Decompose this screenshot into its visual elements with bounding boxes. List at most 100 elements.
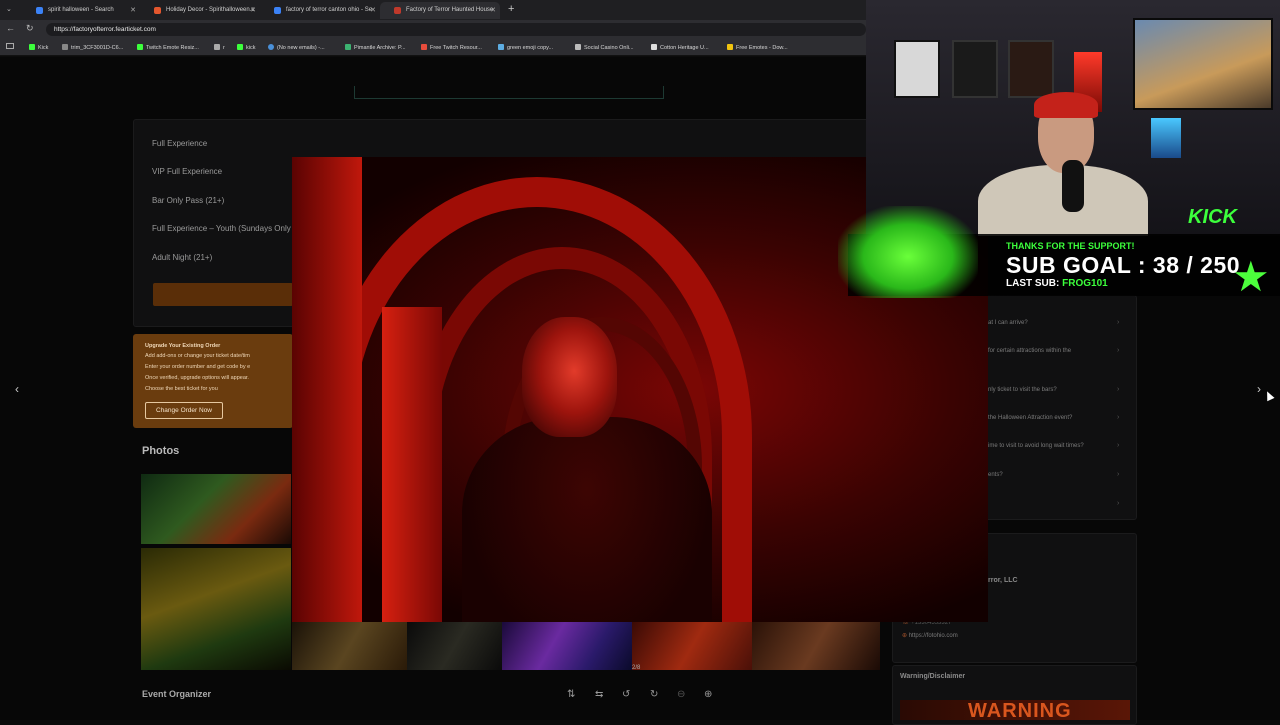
- reload-icon[interactable]: ↻: [26, 23, 34, 34]
- last-sub-line: LAST SUB: FROG101: [1006, 278, 1108, 289]
- tab-factory-search[interactable]: factory of terror canton ohio - Se ✕: [260, 2, 380, 19]
- close-tab-icon[interactable]: ✕: [370, 6, 376, 14]
- upgrade-bullet: Enter your order number and get code by …: [145, 364, 251, 370]
- casino-icon: [575, 44, 581, 50]
- photos-heading: Photos: [142, 445, 180, 457]
- microphone: [1062, 160, 1084, 212]
- resource-icon: [421, 44, 427, 50]
- bookmark-item[interactable]: Free Twitch Resour...: [421, 44, 482, 51]
- upgrade-bullet: Choose the best ticket for you: [145, 386, 218, 392]
- close-tab-icon[interactable]: ✕: [250, 6, 256, 14]
- bookmark-item[interactable]: Twitch Emote Resiz...: [137, 44, 199, 51]
- ticket-option[interactable]: Full Experience: [152, 139, 207, 148]
- search-box[interactable]: [354, 86, 664, 99]
- upgrade-bullet: Once verified, upgrade options will appe…: [145, 375, 249, 381]
- sub-goal-text: SUB GOAL : 38 / 250: [1006, 252, 1241, 278]
- faq-item[interactable]: for certain attractions within the: [988, 348, 1071, 354]
- new-tab-button[interactable]: +: [508, 3, 514, 15]
- tab-label: Factory of Terror Haunted House: [406, 7, 494, 13]
- rotate-vertical-icon[interactable]: ⇅: [567, 689, 575, 700]
- zoom-in-icon[interactable]: ⊕: [704, 689, 712, 700]
- tab-label: Holiday Decor - Spirithalloween.c: [166, 7, 255, 13]
- performer-body: [462, 417, 712, 622]
- faq-item[interactable]: ents?: [988, 472, 1003, 478]
- ticket-option[interactable]: Bar Only Pass (21+): [152, 196, 224, 205]
- strip-thumb[interactable]: [292, 622, 407, 670]
- mail-icon: [268, 44, 274, 50]
- tab-label: spirit halloween - Search: [48, 7, 114, 13]
- organizer-name: rror, LLC: [988, 577, 1018, 584]
- bookmark-label: Cotton Heritage U...: [660, 45, 709, 51]
- bookmark-label: Twitch Emote Resiz...: [146, 45, 199, 51]
- photo-thumb[interactable]: [141, 474, 291, 544]
- red-pillar: [382, 307, 442, 622]
- lightbox-prev-button[interactable]: ‹: [15, 382, 19, 396]
- change-order-button[interactable]: Change Order Now: [145, 402, 223, 419]
- upgrade-order-panel: Upgrade Your Existing Order Add add-ons …: [133, 334, 293, 428]
- faq-item[interactable]: ime to visit to avoid long wait times?: [988, 443, 1084, 449]
- flip-horizontal-icon[interactable]: ⇆: [595, 689, 603, 700]
- bookmark-item[interactable]: Free Emotes - Dow...: [727, 44, 788, 51]
- faq-item[interactable]: nly ticket to visit the bars?: [988, 387, 1057, 393]
- url-field[interactable]: https://factoryofterror.fearticket.com: [46, 23, 866, 36]
- thanks-text: THANKS FOR THE SUPPORT!: [1006, 241, 1135, 251]
- strip-thumb[interactable]: [502, 622, 632, 670]
- tab-favicon-icon: [36, 7, 43, 14]
- rotate-right-icon[interactable]: ↻: [650, 689, 658, 700]
- rotate-left-icon[interactable]: ↺: [622, 689, 630, 700]
- bookmark-item[interactable]: (No new emails) -...: [268, 44, 325, 51]
- faq-item[interactable]: at I can arrive?: [988, 320, 1028, 326]
- chevron-right-icon: ›: [1117, 471, 1120, 478]
- strip-thumb[interactable]: [407, 622, 502, 670]
- back-icon[interactable]: ←: [6, 23, 15, 33]
- link-icon: [498, 44, 504, 50]
- upgrade-bullet: Add add-ons or change your ticket date/t…: [145, 353, 250, 359]
- bookmark-item[interactable]: Social Casino Onli...: [575, 44, 634, 51]
- bookmark-label: r: [223, 45, 225, 51]
- bookmark-item[interactable]: Pimantle Archive: P...: [345, 44, 406, 51]
- bookmark-item[interactable]: Cotton Heritage U...: [651, 44, 709, 51]
- select-tickets-button[interactable]: [153, 283, 293, 306]
- green-mascot-icon: [838, 206, 978, 298]
- bookmark-label: (No new emails) -...: [277, 45, 325, 51]
- strip-thumb[interactable]: [752, 622, 880, 670]
- bookmark-item[interactable]: r: [214, 44, 225, 51]
- bookmark-item[interactable]: Kick: [29, 44, 48, 51]
- lightbox-next-button[interactable]: ›: [1257, 382, 1261, 396]
- tab-holiday-decor[interactable]: Holiday Decor - Spirithalloween.c ✕: [140, 2, 260, 19]
- webcam-feed: [866, 0, 1280, 236]
- bookmark-item[interactable]: kick: [237, 44, 255, 51]
- tab-factory-of-terror[interactable]: Factory of Terror Haunted House ✕: [380, 2, 500, 19]
- bookmark-item[interactable]: green emoji copy...: [498, 44, 553, 51]
- website-text: https://fotohio.com: [908, 633, 958, 639]
- bookmark-item[interactable]: trim_3CF3001D-C6...: [62, 44, 123, 51]
- close-tab-icon[interactable]: ✕: [130, 6, 136, 14]
- ticket-option[interactable]: Adult Night (21+): [152, 253, 212, 262]
- faq-item[interactable]: the Halloween Attraction event?: [988, 415, 1072, 421]
- close-tab-icon[interactable]: ✕: [490, 6, 496, 14]
- chevron-right-icon: ›: [1117, 347, 1120, 354]
- ticket-option[interactable]: VIP Full Experience: [152, 167, 222, 176]
- bookmark-label: Social Casino Onli...: [584, 45, 634, 51]
- tab-favicon-icon: [394, 7, 401, 14]
- ticket-option[interactable]: Full Experience – Youth (Sundays Only: [152, 224, 292, 233]
- apps-icon[interactable]: [6, 43, 14, 49]
- organizer-website[interactable]: ⊕ https://fotohio.com: [902, 632, 958, 639]
- photo-thumb[interactable]: [141, 548, 291, 670]
- bookmark-label: Free Twitch Resour...: [430, 45, 482, 51]
- chevron-right-icon: ›: [1117, 319, 1120, 326]
- game-icon: [345, 44, 351, 50]
- tab-spirit-search[interactable]: spirit halloween - Search ✕: [22, 2, 140, 19]
- event-organizer-heading: Event Organizer: [142, 689, 212, 699]
- chevron-right-icon: ›: [1117, 442, 1120, 449]
- emote-icon: [727, 44, 733, 50]
- jersey-frame: [952, 40, 998, 98]
- bookmark-label: Pimantle Archive: P...: [354, 45, 406, 51]
- shop-icon: [651, 44, 657, 50]
- strip-thumb[interactable]: [632, 622, 752, 670]
- last-sub-name: FROG101: [1062, 278, 1108, 289]
- bookmark-label: trim_3CF3001D-C6...: [71, 45, 124, 51]
- tab-search-icon[interactable]: ⌄: [6, 5, 12, 13]
- chevron-right-icon: ›: [1117, 386, 1120, 393]
- zoom-out-icon[interactable]: ⊖: [677, 689, 685, 700]
